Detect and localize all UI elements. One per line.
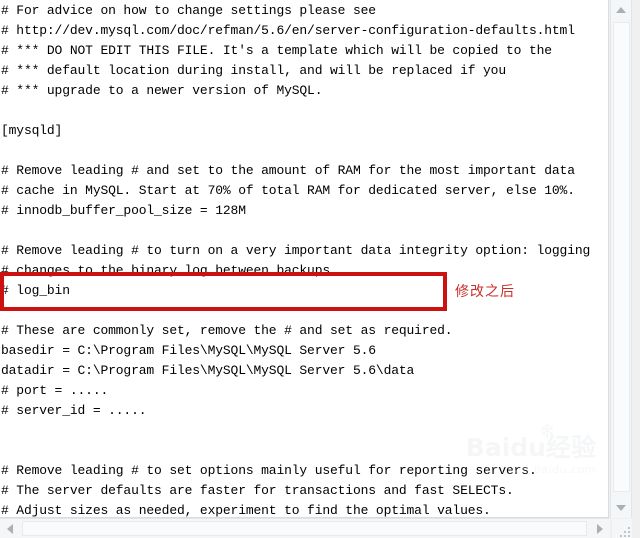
grip-dot (624, 531, 626, 533)
vertical-scrollbar-thumb[interactable] (613, 22, 630, 492)
code-line: # port = ..... (1, 383, 109, 398)
code-line: # server_id = ..... (1, 403, 147, 418)
editor-text-area[interactable]: # For advice on how to change settings p… (0, 0, 609, 518)
code-line: # The server defaults are faster for tra… (1, 483, 514, 498)
code-line: # Remove leading # and set to the amount… (1, 163, 575, 178)
code-line: datadir = C:\Program Files\MySQL\MySQL S… (1, 363, 415, 378)
code-line: # http://dev.mysql.com/doc/refman/5.6/en… (1, 23, 575, 38)
code-line: # These are commonly set, remove the # a… (1, 323, 453, 338)
code-line: # For advice on how to change settings p… (1, 3, 376, 18)
grip-dot (628, 527, 630, 529)
annotation-label: 修改之后 (455, 284, 515, 300)
text-editor-window: # For advice on how to change settings p… (0, 0, 640, 538)
arrow-down-icon (616, 505, 626, 511)
horizontal-scrollbar[interactable] (0, 518, 610, 538)
horizontal-scrollbar-thumb[interactable] (22, 521, 587, 536)
code-line: # *** default location during install, a… (1, 63, 506, 78)
config-file-content[interactable]: # For advice on how to change settings p… (1, 1, 608, 518)
vertical-scrollbar[interactable] (610, 0, 632, 518)
scroll-right-button[interactable] (590, 519, 610, 538)
code-line: basedir = C:\Program Files\MySQL\MySQL S… (1, 343, 376, 358)
screenshot-root: # For advice on how to change settings p… (0, 0, 640, 538)
code-line: # Adjust sizes as needed, experiment to … (1, 503, 491, 518)
code-line: # changes to the binary log between back… (1, 263, 338, 278)
arrow-right-icon (597, 523, 603, 534)
arrow-left-icon (7, 523, 13, 534)
arrow-up-icon (616, 7, 626, 13)
code-line: # cache in MySQL. Start at 70% of total … (1, 183, 575, 198)
code-line: # Remove leading # to turn on a very imp… (1, 243, 591, 258)
code-line: # Remove leading # to set options mainly… (1, 463, 537, 478)
window-resize-grip[interactable] (612, 519, 632, 538)
grip-dot (624, 535, 626, 537)
scroll-left-button[interactable] (0, 519, 20, 538)
code-line: # *** DO NOT EDIT THIS FILE. It's a temp… (1, 43, 552, 58)
grip-dot (628, 535, 630, 537)
grip-dot (620, 535, 622, 537)
code-line: # innodb_buffer_pool_size = 128M (1, 203, 246, 218)
code-line: # *** upgrade to a newer version of MySQ… (1, 83, 323, 98)
scroll-down-button[interactable] (611, 498, 631, 518)
scroll-up-button[interactable] (611, 0, 631, 20)
code-line: [mysqld] (1, 123, 63, 138)
grip-dot (628, 531, 630, 533)
code-line: # log_bin (1, 283, 70, 298)
